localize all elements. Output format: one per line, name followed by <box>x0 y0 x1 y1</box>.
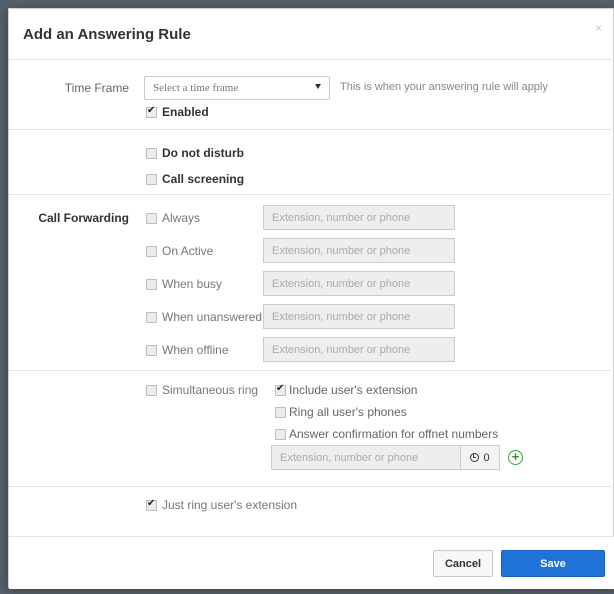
call-forwarding-label: Call Forwarding <box>38 211 129 225</box>
forward-on-active-label: On Active <box>162 244 214 258</box>
dialog-header: Add an Answering Rule × <box>9 9 614 60</box>
simultaneous-ring-label: Simultaneous ring <box>162 383 259 397</box>
add-number-icon[interactable]: + <box>508 450 523 465</box>
ring-all-phones-checkbox[interactable] <box>275 407 286 418</box>
ring-delay-control[interactable]: 0 <box>460 445 500 470</box>
answer-confirmation-checkbox[interactable] <box>275 429 286 440</box>
forward-when-unanswered-checkbox[interactable] <box>146 312 157 323</box>
simultaneous-ring-input[interactable] <box>271 445 461 470</box>
forward-always-checkbox[interactable] <box>146 213 157 224</box>
time-frame-hint: This is when your answering rule will ap… <box>340 81 548 93</box>
simultaneous-ring-checkbox[interactable] <box>146 385 157 396</box>
forward-when-offline-label: When offline <box>162 343 229 357</box>
time-frame-select-value: Select a time frame <box>153 82 239 94</box>
time-frame-label: Time Frame <box>64 81 129 95</box>
caret-down-icon <box>315 84 321 89</box>
just-ring-extension-checkbox[interactable] <box>146 498 157 511</box>
forward-on-active-checkbox[interactable] <box>146 246 157 257</box>
time-frame-select[interactable]: Select a time frame <box>144 76 330 100</box>
dialog-footer: Cancel Save <box>9 536 614 589</box>
ring-all-phones-label: Ring all user's phones <box>289 405 407 419</box>
dialog-title: Add an Answering Rule <box>23 26 191 43</box>
forward-when-busy-input[interactable] <box>263 271 455 296</box>
forward-when-busy-label: When busy <box>162 277 223 291</box>
forward-when-unanswered-input[interactable] <box>263 304 455 329</box>
include-extension-checkbox[interactable] <box>275 383 286 396</box>
call-screening-label: Call screening <box>162 172 245 186</box>
forward-when-offline-checkbox[interactable] <box>146 345 157 356</box>
forward-always-input[interactable] <box>263 205 455 230</box>
enabled-label: Enabled <box>162 105 209 119</box>
divider <box>9 486 614 487</box>
forward-always-label: Always <box>162 211 201 225</box>
ring-delay-value: 0 <box>483 451 490 464</box>
clock-icon <box>470 453 480 462</box>
close-icon[interactable]: × <box>595 21 602 35</box>
include-extension-label: Include user's extension <box>289 383 418 397</box>
answer-confirmation-label: Answer confirmation for offnet numbers <box>289 427 499 441</box>
do-not-disturb-checkbox[interactable] <box>146 148 157 159</box>
cancel-button[interactable]: Cancel <box>433 550 493 577</box>
do-not-disturb-label: Do not disturb <box>162 146 244 160</box>
enabled-checkbox[interactable] <box>146 105 157 118</box>
divider <box>9 194 614 195</box>
forward-when-offline-input[interactable] <box>263 337 455 362</box>
answering-rule-dialog: Add an Answering Rule × Time Frame Selec… <box>8 8 614 589</box>
divider <box>9 129 614 130</box>
forward-on-active-input[interactable] <box>263 238 455 263</box>
forward-when-busy-checkbox[interactable] <box>146 279 157 290</box>
save-button[interactable]: Save <box>501 550 605 577</box>
just-ring-extension-label: Just ring user's extension <box>162 498 298 512</box>
divider <box>9 370 614 371</box>
call-screening-checkbox[interactable] <box>146 174 157 185</box>
forward-when-unanswered-label: When unanswered <box>162 310 263 324</box>
